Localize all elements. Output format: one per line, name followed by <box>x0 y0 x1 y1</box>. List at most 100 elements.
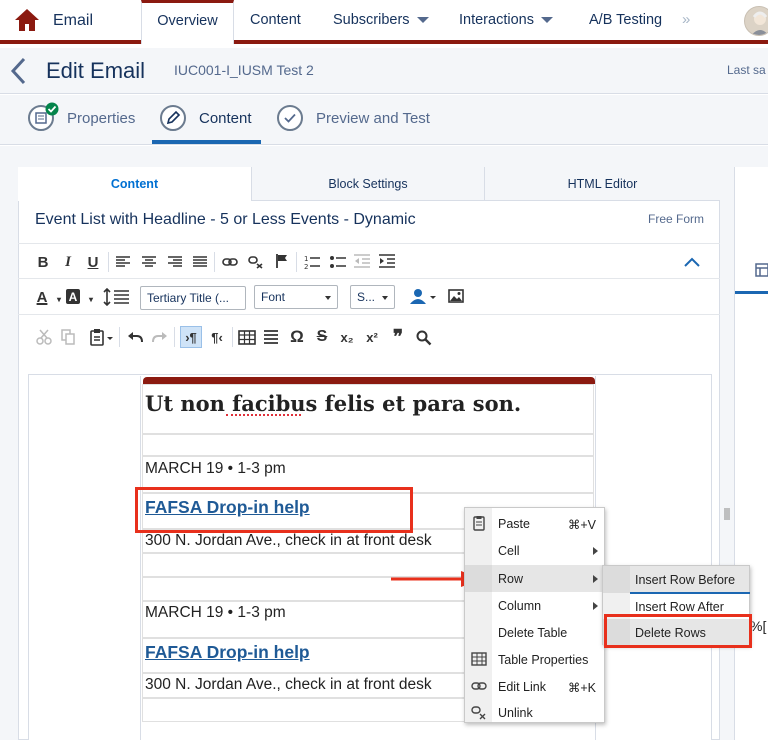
quote-icon[interactable]: ❞ <box>389 327 407 348</box>
align-center-icon[interactable] <box>142 256 156 268</box>
layout-icon[interactable] <box>755 263 768 277</box>
step-preview-label: Preview and Test <box>316 110 430 127</box>
menu-item-edit-link[interactable]: Edit Link ⌘+K <box>465 673 604 700</box>
panel-resize-handle[interactable] <box>723 507 731 521</box>
subscript-icon[interactable]: x₂ <box>338 328 356 346</box>
size-dropdown[interactable]: S... <box>350 285 395 309</box>
event-date[interactable]: MARCH 19 • 1-3 pm <box>145 604 286 622</box>
size-dropdown-value: S... <box>357 290 376 304</box>
menu-item-table-properties[interactable]: Table Properties <box>465 646 604 673</box>
step-properties[interactable]: Properties <box>28 102 135 145</box>
check-circle-icon <box>277 105 303 131</box>
italic-icon[interactable]: I <box>59 253 77 271</box>
tab-ab-testing[interactable]: A/B Testing <box>589 12 662 28</box>
toolbar-separator <box>232 327 233 347</box>
check-icon <box>45 102 59 116</box>
menu-item-delete-table[interactable]: Delete Table <box>465 619 604 646</box>
toolbar-divider <box>18 243 720 244</box>
tab-html-editor[interactable]: HTML Editor <box>484 167 720 201</box>
personalization-icon[interactable] <box>408 288 438 306</box>
active-step-indicator <box>152 140 261 144</box>
menu-item-gutter <box>603 566 630 593</box>
outdent-icon[interactable] <box>354 254 370 268</box>
toolbar-separator <box>108 252 109 272</box>
svg-text:1: 1 <box>304 255 308 263</box>
context-menu: Paste ⌘+V Cell Row Column Delete Table T… <box>464 507 605 723</box>
font-dropdown-value: Font <box>261 290 286 304</box>
cutoff-text: %[ <box>750 618 767 634</box>
omega-icon[interactable]: Ω <box>288 327 306 346</box>
cut-icon[interactable] <box>36 329 52 345</box>
copy-icon[interactable] <box>61 329 75 345</box>
align-left-icon[interactable] <box>116 256 130 268</box>
superscript-icon[interactable]: x² <box>363 328 381 346</box>
menu-item-unlink[interactable]: Unlink <box>465 699 604 726</box>
menu-item-paste[interactable]: Paste ⌘+V <box>465 510 604 537</box>
step-content-label: Content <box>199 110 252 127</box>
underline-icon[interactable]: U <box>84 253 102 271</box>
table-icon[interactable] <box>238 330 256 345</box>
menu-item-shortcut: ⌘+K <box>567 681 596 695</box>
align-right-icon[interactable] <box>168 256 182 268</box>
toolbar-divider <box>18 314 720 315</box>
link-icon[interactable] <box>222 256 238 268</box>
numbered-list-icon[interactable]: 12 <box>304 254 320 270</box>
search-icon[interactable] <box>416 330 432 346</box>
event-address[interactable]: 300 N. Jordan Ave., check in at front de… <box>145 676 432 694</box>
unlink-icon[interactable] <box>248 255 264 269</box>
tab-interactions-label: Interactions <box>459 12 534 28</box>
line-height-icon[interactable] <box>102 288 130 306</box>
menu-item-label: Edit Link <box>498 680 546 694</box>
style-dropdown[interactable]: Tertiary Title (... <box>140 286 246 310</box>
image-icon[interactable] <box>448 289 464 303</box>
submenu-arrow-icon <box>593 547 598 555</box>
strikethrough-icon[interactable]: S <box>313 328 331 346</box>
tab-subscribers-label: Subscribers <box>333 12 410 28</box>
menu-item-shortcut: ⌘+V <box>567 518 596 532</box>
paste-icon[interactable] <box>90 329 114 346</box>
redo-icon[interactable] <box>152 331 168 343</box>
chevron-down-icon <box>540 17 553 24</box>
event-address[interactable]: 300 N. Jordan Ave., check in at front de… <box>145 532 432 550</box>
background-color-icon[interactable]: A <box>66 289 80 304</box>
menu-item-label: Delete Table <box>498 626 568 640</box>
paste-icon <box>473 516 485 531</box>
back-chevron-icon[interactable] <box>10 57 26 85</box>
menu-item-label: Unlink <box>498 706 533 720</box>
rtl-icon[interactable]: ¶‹ <box>208 328 226 346</box>
spellcheck-underline <box>226 414 301 416</box>
tab-content[interactable]: Content <box>250 12 301 28</box>
indent-icon[interactable] <box>379 254 395 268</box>
tab-subscribers[interactable]: Subscribers <box>333 12 429 28</box>
collapse-icon[interactable] <box>684 257 700 267</box>
menu-item-insert-row-before[interactable]: Insert Row Before <box>603 566 749 593</box>
right-panel <box>734 167 768 740</box>
hr-icon[interactable] <box>264 329 278 345</box>
tab-overview[interactable]: Overview <box>141 0 234 44</box>
bullet-list-icon[interactable] <box>330 254 346 270</box>
tab-interactions[interactable]: Interactions <box>459 12 553 28</box>
avatar[interactable] <box>744 6 768 36</box>
menu-item-cell[interactable]: Cell <box>465 537 604 564</box>
menu-item-row[interactable]: Row <box>465 565 604 592</box>
step-content[interactable]: Content <box>160 105 252 145</box>
event-date[interactable]: MARCH 19 • 1-3 pm <box>145 460 286 478</box>
undo-icon[interactable] <box>127 331 143 343</box>
menu-item-column[interactable]: Column <box>465 592 604 619</box>
more-tabs-icon[interactable]: » <box>682 11 690 28</box>
justify-icon[interactable] <box>193 256 207 268</box>
text-color-icon[interactable]: A <box>33 288 51 306</box>
font-dropdown[interactable]: Font <box>254 285 338 309</box>
flag-icon[interactable] <box>275 253 289 269</box>
app-name[interactable]: Email <box>53 12 93 30</box>
step-preview-test[interactable]: Preview and Test <box>277 105 430 145</box>
tab-block-settings[interactable]: Block Settings <box>251 167 484 201</box>
tab-content-panel[interactable]: Content <box>18 167 251 201</box>
event-title-link[interactable]: FAFSA Drop-in help <box>145 642 310 663</box>
ltr-icon: ›¶ <box>185 329 197 345</box>
bold-icon[interactable]: B <box>34 253 52 271</box>
svg-text:2: 2 <box>304 263 308 270</box>
pencil-icon <box>160 105 186 131</box>
email-headline[interactable]: Ut non facibus felis et para son. <box>145 391 521 416</box>
home-icon[interactable] <box>14 8 40 32</box>
